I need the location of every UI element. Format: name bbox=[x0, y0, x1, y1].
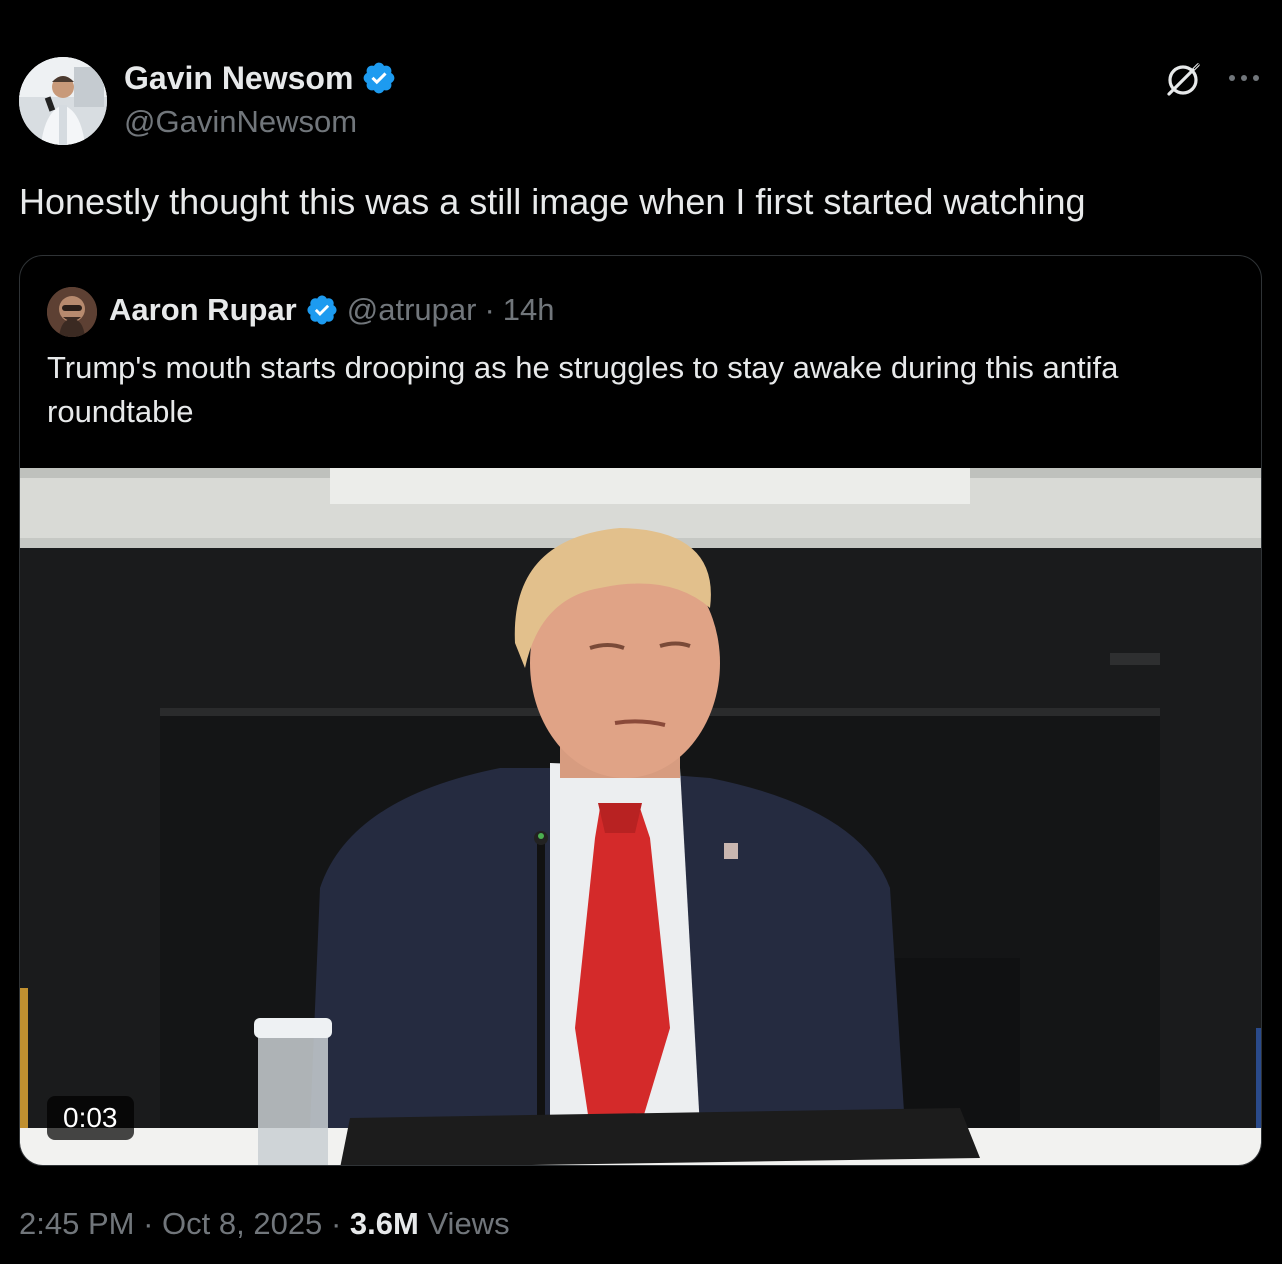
post-date[interactable]: Oct 8, 2025 bbox=[162, 1206, 322, 1241]
quoted-author-name[interactable]: Aaron Rupar bbox=[109, 289, 297, 331]
tweet-text: Honestly thought this was a still image … bbox=[19, 181, 1086, 222]
video-player[interactable]: 0:03 bbox=[20, 468, 1261, 1165]
author-name[interactable]: Gavin Newsom bbox=[124, 58, 353, 98]
quoted-header: Aaron Rupar @atrupar · 14h bbox=[109, 289, 555, 331]
tweet: Gavin Newsom @GavinNewsom Honestly thoug… bbox=[0, 0, 1282, 1264]
separator-dot: · bbox=[330, 1206, 342, 1241]
author-handle[interactable]: @GavinNewsom bbox=[124, 102, 357, 142]
verified-badge-icon[interactable] bbox=[305, 293, 339, 327]
views-count[interactable]: 3.6M bbox=[350, 1206, 419, 1241]
video-frame bbox=[20, 468, 1261, 1165]
quoted-author-handle[interactable]: @atrupar bbox=[347, 289, 477, 331]
quoted-author-avatar[interactable] bbox=[47, 287, 97, 337]
views-label: Views bbox=[427, 1206, 510, 1241]
quoted-timestamp[interactable]: 14h bbox=[503, 289, 555, 331]
separator-dot: · bbox=[143, 1206, 154, 1241]
grok-icon[interactable] bbox=[1163, 60, 1203, 100]
author-name-row[interactable]: Gavin Newsom bbox=[124, 58, 397, 98]
more-options-icon[interactable] bbox=[1226, 66, 1262, 90]
video-duration: 0:03 bbox=[47, 1096, 134, 1140]
tweet-meta: 2:45 PM · Oct 8, 2025 · 3.6M Views bbox=[19, 1202, 510, 1246]
post-time[interactable]: 2:45 PM bbox=[19, 1206, 134, 1241]
separator-dot: · bbox=[484, 292, 495, 327]
verified-badge-icon[interactable] bbox=[361, 60, 397, 96]
author-avatar[interactable] bbox=[19, 57, 107, 145]
quoted-tweet[interactable]: Aaron Rupar @atrupar · 14h Trump's mouth… bbox=[19, 255, 1262, 1166]
quoted-tweet-text: Trump's mouth starts drooping as he stru… bbox=[47, 350, 1119, 429]
